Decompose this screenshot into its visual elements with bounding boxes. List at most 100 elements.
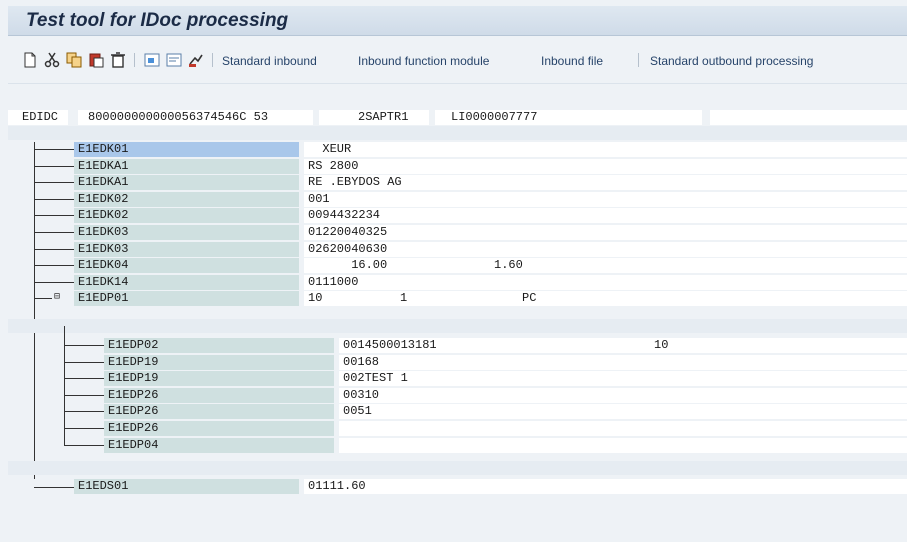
tree-branch	[64, 345, 108, 346]
spacer-band	[8, 319, 907, 333]
segment-name: E1EDK04	[78, 258, 129, 272]
segment-name: E1EDK02	[78, 192, 129, 206]
segment-data-cell[interactable]	[304, 208, 907, 223]
toolbar-separator	[212, 53, 213, 67]
subsegment-data-cell[interactable]	[339, 438, 907, 453]
inbound-function-module-button[interactable]: Inbound function module	[358, 54, 489, 68]
segment-value: 01111.60	[308, 479, 366, 493]
tree-line	[34, 142, 35, 479]
spacer-band	[8, 461, 907, 475]
segment-name: E1EDK02	[78, 208, 129, 222]
segment-value-2: 1.60	[494, 258, 523, 272]
tree-branch	[64, 445, 108, 446]
subsegment-name: E1EDP26	[108, 404, 159, 418]
subsegment-name: E1EDP26	[108, 388, 159, 402]
tree-branch	[34, 282, 74, 283]
segment-value: 02620040630	[308, 242, 388, 256]
subsegment-name: E1EDP19	[108, 355, 159, 369]
segment-name: E1EDP01	[78, 291, 129, 305]
subsegment-name: E1EDP26	[108, 421, 159, 435]
segment-name: E1EDK03	[78, 225, 129, 239]
subsegment-data-cell[interactable]	[339, 421, 907, 436]
tree-branch	[34, 265, 74, 266]
segment-data-cell[interactable]	[304, 159, 907, 174]
tree-branch	[64, 428, 108, 429]
tree-branch	[64, 362, 108, 363]
title-bar: Test tool for IDoc processing	[8, 6, 907, 36]
tree-branch	[34, 166, 74, 167]
copy-icon[interactable]	[66, 52, 82, 68]
insert-icon[interactable]	[144, 52, 160, 68]
delete-icon[interactable]	[110, 52, 126, 68]
tree-branch	[34, 182, 74, 183]
segment-data-cell[interactable]	[304, 242, 907, 257]
subsegment-value: 0014500013181	[343, 338, 437, 352]
segment-value: RE .EBYDOS AG	[308, 175, 402, 189]
new-document-icon[interactable]	[22, 52, 38, 68]
segment-name: E1EDS01	[78, 479, 129, 493]
window-title: Test tool for IDoc processing	[26, 10, 289, 31]
segment-data-cell[interactable]	[304, 142, 907, 157]
segment-value: 0094432234	[308, 208, 381, 222]
tree-branch	[34, 487, 78, 488]
tree-branch	[34, 298, 52, 299]
cut-icon[interactable]	[44, 52, 60, 68]
control-field-1-value: 800000000000056374546C 53	[88, 110, 269, 124]
standard-outbound-button[interactable]: Standard outbound processing	[650, 54, 813, 68]
subsegment-value: 00168	[343, 355, 380, 369]
segment-data-cell[interactable]	[304, 258, 907, 273]
subsegment-name: E1EDP02	[108, 338, 159, 352]
control-field-3-value: LI0000007777	[451, 110, 538, 124]
segment-name: E1EDK14	[78, 275, 129, 289]
subsegment-value-2: 10	[654, 338, 669, 352]
subsegment-value: 00310	[343, 388, 380, 402]
subsegment-name: E1EDP04	[108, 438, 159, 452]
segment-value: 0111000	[308, 275, 359, 289]
segment-value: 001	[308, 192, 330, 206]
subsegment-data-cell[interactable]	[339, 404, 907, 419]
tree-branch	[64, 378, 108, 379]
segment-data-cell[interactable]	[304, 291, 907, 306]
segment-name: E1EDKA1	[78, 159, 129, 173]
subsegment-value: 002TEST 1	[343, 371, 408, 385]
segment-value: RS 2800	[308, 159, 359, 173]
tree-branch	[64, 411, 108, 412]
segment-value: XEUR	[308, 142, 352, 156]
segment-name: E1EDK01	[78, 142, 129, 156]
paste-icon[interactable]	[88, 52, 104, 68]
tree-branch	[34, 149, 74, 150]
segment-name: E1EDKA1	[78, 175, 129, 189]
spacer-band	[8, 126, 907, 140]
subsegment-data-cell[interactable]	[339, 371, 907, 386]
control-field-2-value: 2SAPTR1	[358, 110, 409, 124]
toolbar: Standard inbound Inbound function module…	[8, 36, 907, 84]
segment-value-2: 1	[400, 291, 408, 305]
idoc-editor: EDIDC 800000000000056374546C 53 2SAPTR1 …	[8, 86, 907, 516]
segment-data-cell[interactable]	[304, 192, 907, 207]
subsegment-data-cell[interactable]	[339, 388, 907, 403]
toolbar-separator	[638, 53, 639, 67]
segment-value: 10	[308, 291, 323, 305]
segment-data-cell[interactable]	[304, 225, 907, 240]
edit-icon[interactable]	[166, 52, 182, 68]
segment-value-3: PC	[522, 291, 537, 305]
standard-inbound-button[interactable]: Standard inbound	[222, 54, 317, 68]
window: Test tool for IDoc processing Standard i…	[0, 0, 907, 542]
tree-branch	[34, 215, 74, 216]
folder-collapse-icon[interactable]: ⊟	[54, 291, 60, 303]
tree-branch	[34, 232, 74, 233]
tree-branch	[64, 395, 108, 396]
inbound-file-button[interactable]: Inbound file	[541, 54, 603, 68]
segment-data-cell[interactable]	[304, 275, 907, 290]
subsegment-data-cell[interactable]	[339, 355, 907, 370]
tree-branch	[34, 199, 74, 200]
tree-branch	[34, 249, 74, 250]
control-field-4[interactable]	[710, 110, 907, 125]
segment-data-cell[interactable]	[304, 479, 907, 494]
segment-name: E1EDK03	[78, 242, 129, 256]
toolbar-separator	[134, 53, 135, 67]
control-record-label: EDIDC	[22, 110, 59, 124]
segment-value: 01220040325	[308, 225, 388, 239]
sign-icon[interactable]	[188, 52, 204, 68]
subsegment-value: 0051	[343, 404, 372, 418]
